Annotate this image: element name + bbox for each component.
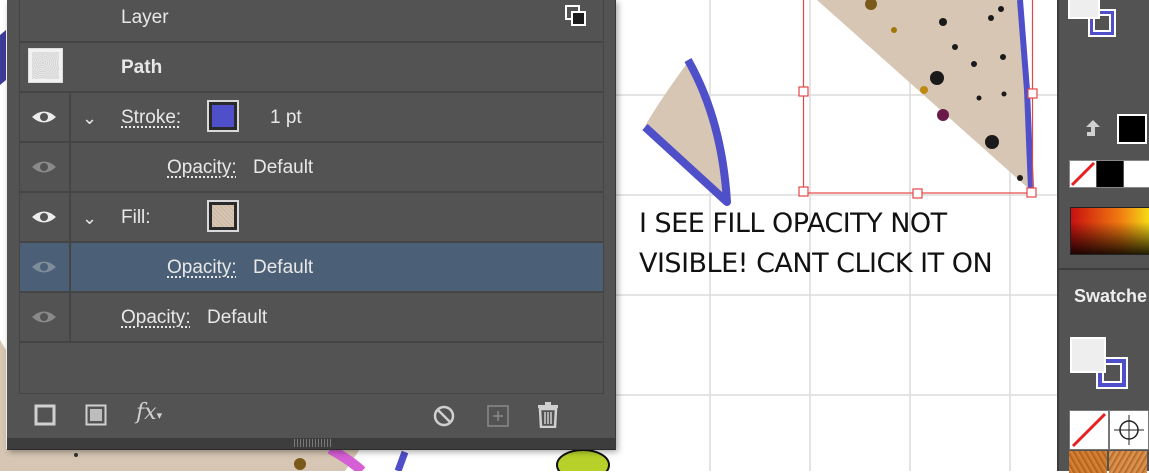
path-thumbnail bbox=[28, 48, 63, 83]
stroke-label[interactable]: Stroke: bbox=[121, 107, 181, 129]
none-color-button[interactable] bbox=[1070, 161, 1096, 187]
annotation-line-2: VISIBLE! CANT CLICK IT ON bbox=[639, 248, 993, 279]
row-layer[interactable]: Layer bbox=[20, 0, 603, 43]
list-empty-area bbox=[20, 343, 603, 393]
swap-arrow-icon[interactable] bbox=[1083, 118, 1103, 140]
visibility-column bbox=[20, 93, 71, 141]
eye-icon[interactable] bbox=[31, 209, 57, 225]
row-stroke[interactable]: ⌄ Stroke: 1 pt bbox=[20, 93, 603, 143]
eye-icon[interactable] bbox=[31, 159, 57, 175]
dot-shape bbox=[937, 109, 949, 121]
add-new-fill-icon[interactable] bbox=[85, 404, 107, 426]
list-left-border bbox=[19, 0, 20, 393]
swatch-none[interactable] bbox=[1069, 410, 1109, 450]
selection-handle[interactable] bbox=[1027, 88, 1038, 99]
chevron-down-icon[interactable]: ⌄ bbox=[82, 108, 97, 129]
object-opacity-value: Default bbox=[207, 307, 268, 328]
stroke-weight-value[interactable]: 1 pt bbox=[270, 107, 302, 129]
visibility-column bbox=[20, 143, 71, 191]
panel-divider bbox=[1059, 268, 1149, 270]
row-path[interactable]: Path bbox=[20, 43, 603, 93]
swatch-pattern[interactable] bbox=[1069, 451, 1107, 473]
stroke-opacity-value: Default bbox=[253, 157, 314, 178]
color-spectrum-bar[interactable] bbox=[1070, 207, 1149, 255]
visibility-column bbox=[20, 293, 71, 341]
stroke-opacity-label[interactable]: Opacity: bbox=[167, 157, 237, 179]
dot-shape bbox=[74, 453, 78, 457]
fill-opacity-label[interactable]: Opacity: bbox=[167, 257, 237, 279]
row-object-opacity[interactable]: Opacity: Default bbox=[20, 293, 603, 343]
add-effect-fx-icon[interactable]: fx▾ bbox=[136, 400, 162, 425]
dot-shape bbox=[294, 458, 306, 470]
panel-resize-bar[interactable] bbox=[7, 438, 615, 449]
eye-icon[interactable] bbox=[31, 309, 57, 325]
eye-icon[interactable] bbox=[31, 109, 57, 125]
dot-shape bbox=[891, 27, 897, 33]
black-color-button[interactable] bbox=[1097, 161, 1123, 187]
layer-label: Layer bbox=[121, 7, 169, 28]
selection-handle[interactable] bbox=[912, 188, 923, 199]
panel-bottom-toolbar: fx▾ bbox=[7, 394, 615, 438]
selection-handle[interactable] bbox=[798, 186, 809, 197]
annotation-text: I SEE FILL OPACITY NOT VISIBLE! CANT CLI… bbox=[639, 204, 993, 284]
artwork-bottom-shape bbox=[0, 449, 360, 471]
color-mode-buttons bbox=[1069, 160, 1149, 188]
swatch-pattern[interactable] bbox=[1109, 451, 1147, 473]
annotation-line-1: I SEE FILL OPACITY NOT bbox=[639, 208, 947, 239]
eye-icon[interactable] bbox=[31, 259, 57, 275]
visibility-column bbox=[20, 243, 71, 291]
fill-stroke-indicator-icon[interactable] bbox=[1067, 0, 1127, 42]
fill-label[interactable]: Fill: bbox=[121, 207, 151, 229]
swatches-title[interactable]: Swatche bbox=[1074, 286, 1147, 307]
duplicate-item-icon bbox=[487, 405, 509, 427]
add-new-stroke-icon[interactable] bbox=[34, 404, 56, 426]
fill-color-swatch[interactable] bbox=[207, 200, 239, 232]
visibility-column bbox=[20, 193, 71, 241]
list-right-border bbox=[603, 0, 604, 393]
layer-targeting-icon[interactable] bbox=[565, 5, 587, 27]
object-opacity-label[interactable]: Opacity: bbox=[121, 307, 191, 329]
trash-icon[interactable] bbox=[537, 402, 559, 428]
default-stroke-swatch[interactable] bbox=[1117, 114, 1147, 144]
artwork-edge-shape bbox=[0, 30, 6, 85]
row-fill[interactable]: ⌄ Fill: bbox=[20, 193, 603, 243]
green-shape bbox=[556, 449, 610, 471]
dot-shape bbox=[920, 86, 928, 94]
row-stroke-opacity[interactable]: Opacity: Default bbox=[20, 143, 603, 193]
selection-handle[interactable] bbox=[798, 86, 809, 97]
swatch-registration[interactable] bbox=[1109, 410, 1149, 450]
blue-stroke-shape bbox=[394, 450, 409, 471]
white-color-button[interactable] bbox=[1124, 161, 1149, 187]
stroke-color-swatch[interactable] bbox=[207, 100, 239, 132]
triangle-shape[interactable] bbox=[817, 0, 1028, 188]
row-fill-opacity[interactable]: Opacity: Default bbox=[20, 243, 603, 293]
appearance-panel: Layer Path ⌄ Stroke: 1 pt Opacity: Defau… bbox=[7, 0, 616, 450]
fill-opacity-value: Default bbox=[253, 257, 314, 278]
selection-handle[interactable] bbox=[1026, 187, 1037, 198]
path-label: Path bbox=[121, 57, 163, 78]
resize-grip-icon[interactable] bbox=[294, 439, 332, 447]
swatches-fill-stroke-icon[interactable] bbox=[1067, 336, 1137, 394]
chevron-down-icon[interactable]: ⌄ bbox=[82, 208, 97, 229]
right-tools-panel: Swatche bbox=[1057, 0, 1149, 473]
clear-appearance-icon[interactable] bbox=[432, 404, 456, 428]
